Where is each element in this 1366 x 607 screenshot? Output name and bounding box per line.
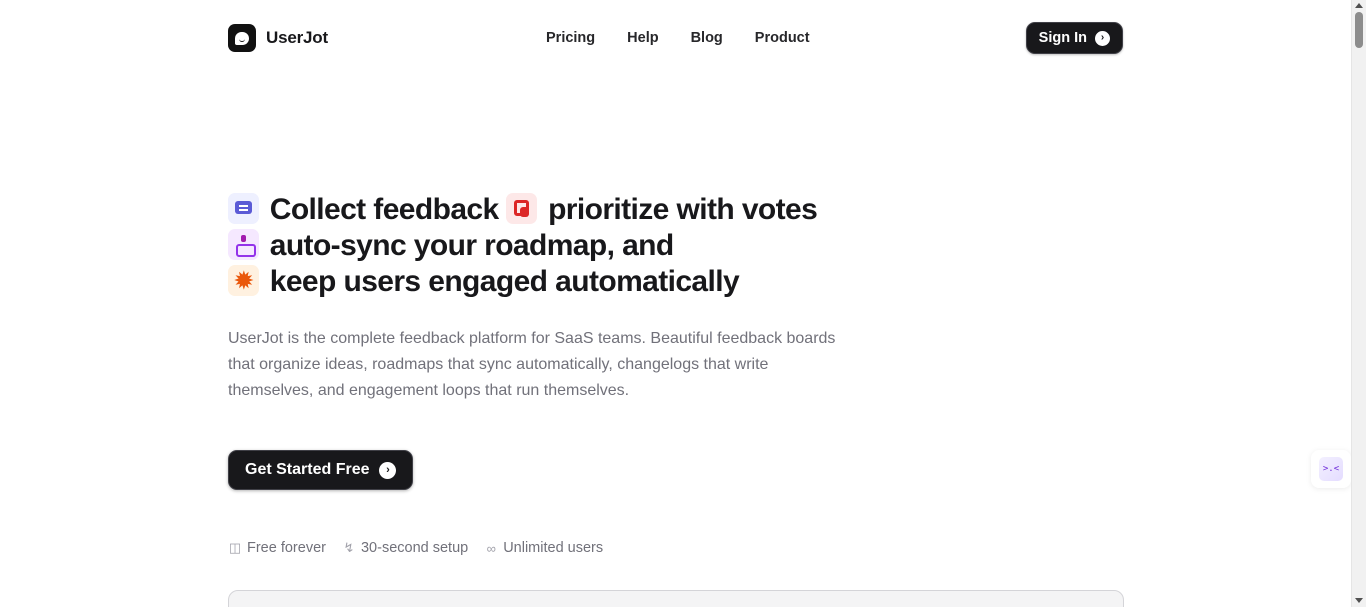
feature-free-forever: ◫ Free forever — [228, 540, 326, 556]
scroll-up-arrow-icon[interactable] — [1355, 3, 1363, 8]
brand-name: UserJot — [266, 28, 328, 47]
site-header: UserJot Pricing Help Blog Product Sign I… — [228, 22, 1123, 54]
infinity-icon: ∞ — [486, 540, 496, 556]
bolt-icon: ↯ — [343, 540, 355, 555]
main-nav: Pricing Help Blog Product — [546, 30, 810, 46]
roadmap-sync-icon — [228, 229, 259, 260]
get-started-label: Get Started Free — [245, 461, 370, 478]
nav-product[interactable]: Product — [755, 30, 810, 46]
arrow-right-circle-icon: › — [1095, 30, 1110, 46]
scroll-down-arrow-icon[interactable] — [1355, 598, 1363, 603]
logo[interactable]: UserJot — [228, 24, 328, 52]
sign-in-label: Sign In — [1038, 30, 1087, 46]
feedback-widget-button[interactable]: >.< — [1311, 450, 1351, 488]
feature-setup: ↯ 30-second setup — [342, 540, 469, 556]
page-scrollbar[interactable] — [1351, 0, 1366, 607]
feature-unlimited-users: ∞ Unlimited users — [484, 540, 604, 556]
feature-list: ◫ Free forever ↯ 30-second setup ∞ Unlim… — [228, 540, 603, 556]
chat-icon — [228, 193, 259, 224]
headline-part-prioritize: prioritize with votes — [548, 193, 818, 226]
headline-part-collect: Collect feedback — [269, 193, 499, 226]
headline-part-engage: keep users engaged automatically — [269, 265, 740, 298]
userjot-logo-icon — [228, 24, 256, 52]
gift-icon: ◫ — [228, 540, 242, 555]
sign-in-button[interactable]: Sign In › — [1025, 22, 1123, 54]
headline-part-sync: auto-sync your roadmap, and — [269, 229, 674, 262]
feature-label: Free forever — [247, 540, 326, 556]
nav-help[interactable]: Help — [627, 30, 658, 46]
feedback-widget-icon: >.< — [1319, 457, 1343, 481]
arrow-right-circle-icon: › — [379, 461, 397, 479]
nav-blog[interactable]: Blog — [691, 30, 723, 46]
feature-label: Unlimited users — [503, 540, 604, 556]
vote-icon — [506, 193, 538, 224]
nav-pricing[interactable]: Pricing — [546, 30, 595, 46]
hero-section: Collect feedback prioritize with votes a… — [228, 192, 848, 556]
hero-headline: Collect feedback prioritize with votes a… — [228, 192, 848, 300]
feature-label: 30-second setup — [360, 540, 469, 556]
scroll-thumb[interactable] — [1355, 12, 1363, 48]
sun-engagement-icon — [228, 265, 259, 296]
hero-subtext: UserJot is the complete feedback platfor… — [228, 330, 836, 399]
product-preview — [228, 590, 1124, 607]
get-started-button[interactable]: Get Started Free › — [228, 450, 414, 490]
